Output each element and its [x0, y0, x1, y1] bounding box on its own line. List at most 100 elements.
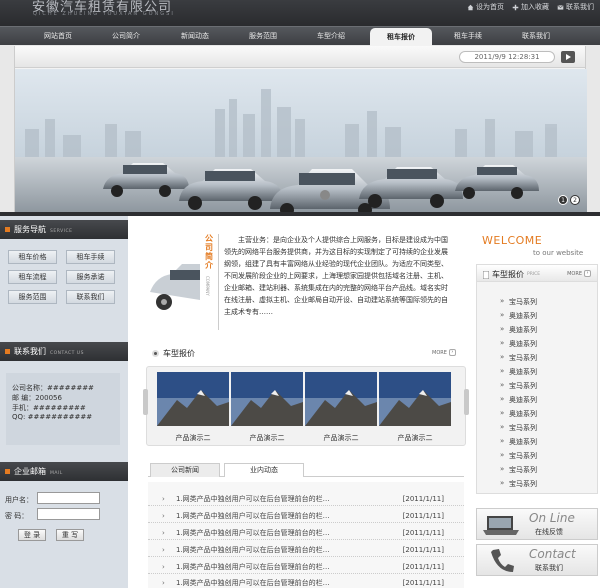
models-more-link[interactable]: MORE › [432, 349, 456, 356]
model-list-item[interactable]: 宝马系列 [500, 381, 537, 391]
service-button-contact[interactable]: 联系我们 [66, 290, 115, 304]
gallery-caption: 产品演示二 [175, 434, 211, 442]
add-favorite-link[interactable]: 加入收藏 [512, 2, 549, 12]
gallery-prev-arrow[interactable] [143, 389, 148, 415]
tab-company-news[interactable]: 公司新闻 [150, 463, 220, 477]
gallery-item[interactable]: 产品演示二 [305, 372, 377, 443]
mountain-thumbnail [231, 372, 303, 426]
slide-dot-2[interactable]: 2 [570, 195, 580, 205]
news-date: [2011/1/11] [402, 563, 444, 571]
online-feedback-banner[interactable]: On Line 在线反馈 [476, 508, 598, 540]
model-list-item[interactable]: 奥迪系列 [500, 325, 537, 335]
service-button-promise[interactable]: 服务承诺 [66, 270, 115, 284]
gallery-next-arrow[interactable] [464, 389, 469, 415]
arrow-right-icon: › [162, 579, 165, 587]
intro-title: 公 司 简 介 [205, 234, 217, 270]
news-title: 1.网类产品中独创用户可以在后台管理前台的栏… [176, 546, 330, 554]
more-label: MORE [567, 270, 582, 277]
news-row[interactable]: › 1.网类产品中独创用户可以在后台管理前台的栏… [2011/1/11] [148, 576, 464, 588]
news-row[interactable]: › 1.网类产品中独创用户可以在后台管理前台的栏… [2011/1/11] [148, 509, 464, 523]
cars-city-illustration [15, 69, 587, 212]
service-button-process[interactable]: 租车流程 [8, 270, 57, 284]
models-section-header: 车型报价 [152, 348, 195, 359]
model-list-item[interactable]: 宝马系列 [500, 451, 537, 461]
gallery-item[interactable]: 产品演示二 [231, 372, 303, 443]
price-more-link[interactable]: MORE › [567, 270, 591, 277]
slide-indicators: 1 2 [558, 195, 580, 205]
news-row[interactable]: › 1.网类产品中独创用户可以在后台管理前台的栏… [2011/1/11] [148, 526, 464, 540]
slide-dot-1[interactable]: 1 [558, 195, 568, 205]
models-section-title: 车型报价 [163, 349, 195, 358]
welcome-subheading: to our website [533, 249, 584, 257]
login-button[interactable]: 登 录 [18, 529, 46, 541]
model-list-item[interactable]: 奥迪系列 [500, 437, 537, 447]
news-row[interactable]: › 1.网类产品中独创用户可以在后台管理前台的栏… [2011/1/11] [148, 560, 464, 574]
main-nav: 网站首页 公司简介 新闻动态 服务范围 车型介绍 租车报价 租车手续 联系我们 [0, 26, 600, 46]
model-list-item[interactable]: 奥迪系列 [500, 395, 537, 405]
right-sidebar: WELCOME to our website 车型报价 PRICE MORE › … [472, 216, 600, 588]
nav-item-pricing[interactable]: 租车报价 [370, 28, 432, 46]
intro-title-char: 介 [205, 261, 213, 270]
model-list-item[interactable]: 奥迪系列 [500, 311, 537, 321]
news-row[interactable]: › 1.网类产品中独创用户可以在后台管理前台的栏… [2011/1/11] [148, 543, 464, 557]
service-nav-title: 服务导航 [14, 225, 46, 234]
model-list-item[interactable]: 奥迪系列 [500, 367, 537, 377]
tab-industry-news[interactable]: 业内动态 [224, 463, 304, 477]
set-homepage-label: 设为首页 [476, 3, 504, 11]
service-button-procedures[interactable]: 租车手续 [66, 250, 115, 264]
service-button-scope[interactable]: 服务范围 [8, 290, 57, 304]
gallery-caption: 产品演示二 [323, 434, 359, 442]
model-list-item[interactable]: 奥迪系列 [500, 409, 537, 419]
postcode-line: 邮 编：200056 [12, 394, 62, 402]
intro-text: 主营业务：是向企业及个人提供综合上网服务，目标是建设成为中国领先的网络平台服务提… [224, 236, 448, 316]
gallery-caption: 产品演示二 [249, 434, 285, 442]
password-label: 密 码： [5, 512, 29, 520]
play-icon[interactable] [561, 51, 575, 63]
nav-item-news[interactable]: 新闻动态 [167, 27, 223, 46]
arrow-right-icon: › [162, 495, 165, 503]
nav-item-home[interactable]: 网站首页 [30, 27, 86, 46]
news-title: 1.网类产品中独创用户可以在后台管理前台的栏… [176, 579, 330, 587]
tag-icon [483, 270, 489, 279]
mountain-thumbnail [157, 372, 229, 426]
site-logo-pinyin: QICHE ZHULING YOUXIAN GONGSI [33, 11, 175, 17]
nav-item-procedures[interactable]: 租车手续 [440, 27, 496, 46]
nav-item-services[interactable]: 服务范围 [235, 27, 291, 46]
model-list-item[interactable]: 奥迪系列 [500, 339, 537, 349]
model-list-item[interactable]: 宝马系列 [500, 465, 537, 475]
contact-banner[interactable]: Contact 联系我们 [476, 544, 598, 576]
password-input[interactable] [37, 508, 100, 520]
circle-bullet-icon [152, 350, 159, 357]
square-icon [5, 469, 10, 474]
gallery-item[interactable]: 产品演示二 [379, 372, 451, 443]
arrow-right-icon: › [162, 546, 165, 554]
gallery-item[interactable]: 产品演示二 [157, 372, 229, 443]
news-title: 1.网类产品中独创用户可以在后台管理前台的栏… [176, 529, 330, 537]
nav-item-about[interactable]: 公司简介 [98, 27, 154, 46]
set-homepage-link[interactable]: 设为首页 [467, 2, 504, 12]
datetime-display: 2011/9/9 12:28:31 [459, 51, 555, 63]
model-list-item[interactable]: 宝马系列 [500, 479, 537, 489]
news-row[interactable]: › 1.网类产品中独创用户可以在后台管理前台的栏… [2011/1/11] [148, 492, 464, 506]
home-icon [467, 4, 474, 10]
model-list-item[interactable]: 宝马系列 [500, 353, 537, 363]
service-button-price[interactable]: 租车价格 [8, 250, 57, 264]
model-list-item[interactable]: 宝马系列 [500, 423, 537, 433]
intro-subtitle: COMPANY [205, 276, 210, 296]
contact-title: 联系我们 [14, 347, 46, 356]
username-input[interactable] [37, 492, 100, 504]
model-list-item[interactable]: 宝马系列 [500, 297, 537, 307]
arrow-right-icon: › [162, 563, 165, 571]
news-date: [2011/1/11] [402, 546, 444, 554]
models-gallery: 产品演示二 产品演示二 产品演示二 产品演示二 [143, 366, 469, 446]
add-favorite-label: 加入收藏 [521, 3, 549, 11]
nav-item-models[interactable]: 车型介绍 [303, 27, 359, 46]
contact-us-top-label: 联系我们 [566, 3, 594, 11]
contact-us-top-link[interactable]: 联系我们 [557, 2, 594, 12]
nav-item-contact[interactable]: 联系我们 [508, 27, 564, 46]
news-date: [2011/1/11] [402, 512, 444, 520]
reset-button[interactable]: 重 写 [56, 529, 84, 541]
news-tabs: 公司新闻 业内动态 [148, 461, 464, 477]
contact-header: 联系我们 CONTACT US [0, 342, 128, 361]
welcome-heading: WELCOME [482, 234, 543, 247]
